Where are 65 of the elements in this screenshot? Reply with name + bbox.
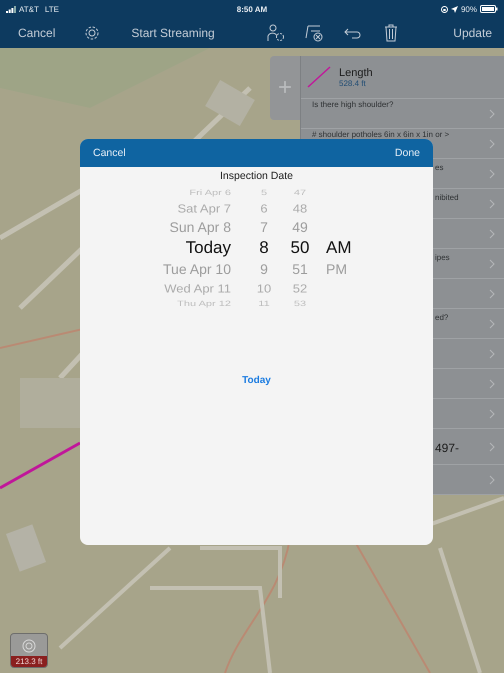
chevron-icon bbox=[489, 408, 495, 418]
row-label: ed? bbox=[435, 313, 448, 322]
dialog-title: Inspection Date bbox=[220, 170, 293, 182]
picker-option[interactable]: 49 bbox=[292, 219, 308, 235]
list-remove-icon[interactable] bbox=[304, 23, 324, 43]
picker-option[interactable]: 48 bbox=[292, 201, 308, 215]
picker-option[interactable]: 9 bbox=[260, 261, 268, 277]
chevron-icon bbox=[489, 318, 495, 328]
chevron-icon bbox=[489, 228, 495, 238]
update-button[interactable]: Update bbox=[449, 24, 496, 42]
feature-length: 528.4 ft bbox=[339, 78, 367, 88]
picker-option[interactable]: Wed Apr 11 bbox=[164, 281, 231, 295]
feature-title: Length bbox=[339, 66, 373, 78]
picker-option[interactable]: 8 bbox=[259, 238, 269, 258]
picker-option[interactable]: Sat Apr 7 bbox=[178, 201, 231, 215]
undo-icon[interactable] bbox=[344, 26, 362, 40]
picker-option[interactable]: 10 bbox=[256, 281, 272, 295]
locate-button[interactable]: 213.3 ft bbox=[10, 633, 48, 668]
chevron-icon bbox=[489, 138, 495, 148]
picker-option[interactable]: 50 bbox=[290, 238, 310, 258]
clock-time: 8:50 AM bbox=[236, 4, 268, 14]
battery-icon bbox=[480, 5, 498, 13]
picker-option[interactable]: 52 bbox=[292, 281, 308, 295]
row-label: # shoulder potholes 6in x 6in x 1in or > bbox=[312, 130, 450, 139]
form-row[interactable]: Is there high shoulder? bbox=[301, 99, 504, 129]
battery-percent: 90% bbox=[460, 4, 477, 14]
cancel-button[interactable]: Cancel bbox=[87, 145, 132, 161]
picker-option[interactable]: Sun Apr 8 bbox=[170, 219, 231, 235]
chevron-icon bbox=[489, 108, 495, 118]
picker-option[interactable]: AM bbox=[326, 238, 352, 258]
cancel-button[interactable]: Cancel bbox=[14, 24, 60, 42]
location-arrow-icon bbox=[450, 6, 458, 12]
picker-option[interactable]: Tue Apr 10 bbox=[163, 261, 231, 277]
person-gear-icon[interactable] bbox=[266, 23, 286, 43]
picker-option[interactable]: PM bbox=[326, 261, 347, 277]
picker-option[interactable]: Today bbox=[186, 238, 231, 258]
picker-option[interactable]: 7 bbox=[260, 219, 268, 235]
row-label: es bbox=[435, 163, 444, 172]
row-label: Is there high shoulder? bbox=[312, 100, 394, 109]
network-label: LTE bbox=[44, 4, 59, 14]
chevron-icon bbox=[489, 442, 495, 452]
chevron-icon bbox=[489, 168, 495, 178]
done-button[interactable]: Done bbox=[388, 145, 426, 161]
picker-option[interactable]: 51 bbox=[292, 261, 308, 277]
chevron-icon bbox=[489, 348, 495, 358]
chevron-icon bbox=[489, 288, 495, 298]
scale-distance: 213.3 ft bbox=[11, 656, 47, 667]
row-label: nibited bbox=[435, 193, 459, 202]
chevron-icon bbox=[489, 198, 495, 208]
today-button[interactable]: Today bbox=[236, 373, 277, 388]
target-icon bbox=[22, 639, 36, 653]
start-streaming-button[interactable]: Start Streaming bbox=[127, 24, 219, 42]
chevron-icon bbox=[489, 378, 495, 388]
chevron-icon bbox=[489, 474, 495, 484]
carrier-label: AT&T bbox=[19, 4, 39, 14]
line-feature-icon bbox=[307, 66, 331, 88]
picker-option[interactable]: 6 bbox=[260, 201, 268, 215]
row-label: ipes bbox=[435, 253, 450, 262]
settings-icon[interactable] bbox=[83, 24, 102, 42]
row-label: 497- bbox=[435, 441, 460, 455]
add-button[interactable]: + bbox=[270, 56, 300, 120]
trash-icon[interactable] bbox=[384, 24, 398, 42]
signal-icon bbox=[6, 6, 16, 12]
rotation-lock-icon bbox=[440, 6, 448, 12]
chevron-icon bbox=[489, 258, 495, 268]
